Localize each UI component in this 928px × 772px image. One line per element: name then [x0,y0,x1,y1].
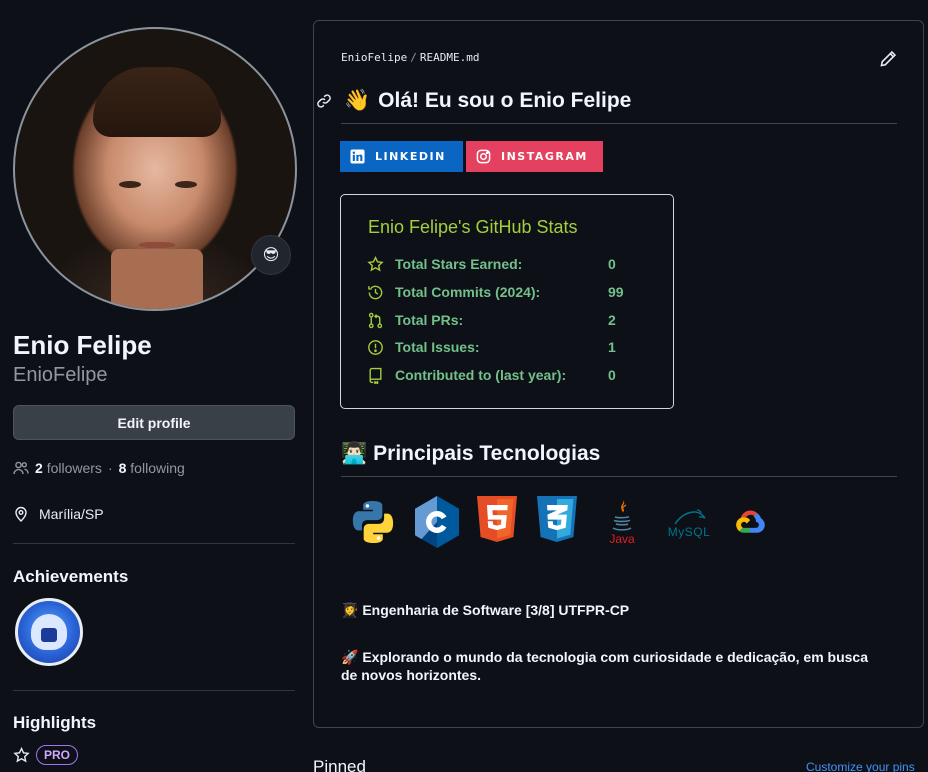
tech-heading-text: Principais Tecnologias [373,442,601,465]
wave-emoji: 👋 [344,89,371,112]
about-text-line1: Explorando o mundo da tecnologia com cur… [362,649,868,665]
education-text: Engenharia de Software [3/8] UTFPR-CP [362,602,630,618]
html5-icon [472,495,522,549]
stat-value: 0 [608,367,616,383]
history-icon [368,285,383,299]
stat-value: 0 [608,256,616,272]
stat-value: 99 [608,284,624,300]
about-paragraph: 🚀 Explorando o mundo da tecnologia com c… [341,648,868,684]
pinned-title: Pinned [313,757,366,772]
avatar-hair [93,67,221,137]
profile-name: Enio Felipe [13,330,152,360]
avatar-neck [111,249,203,309]
stat-label: Total PRs: [395,312,464,328]
google-cloud-icon [732,495,768,549]
mysql-label: MySQL [667,525,711,539]
status-emoji-button[interactable]: 😎 [251,235,291,275]
following-link[interactable]: 8 following [119,460,185,476]
readme-heading: 👋 Olá! Eu sou o Enio Felipe [344,89,631,113]
repo-icon [369,367,382,384]
divider [13,690,295,691]
divider [13,543,295,544]
stat-label: Contributed to (last year): [395,367,567,383]
followers-label: followers [46,460,102,476]
student-emoji: 👩‍🎓 [341,602,359,618]
stat-row: Total Stars Earned: 0 [367,254,616,274]
linkedin-badge[interactable]: LINKEDIN [340,141,463,172]
tech-heading: 👨🏻‍💻 Principais Tecnologias [341,442,600,466]
profile-login: EnioFelipe [13,364,108,386]
stat-value: 1 [608,339,616,355]
heading-rule [341,476,897,477]
stats-title: Enio Felipe's GitHub Stats [368,217,578,237]
customize-pins-link[interactable]: Customize your pins [806,760,915,772]
instagram-icon [476,149,491,164]
achievements-title[interactable]: Achievements [13,567,128,587]
location-row: Marília/SP [13,506,104,522]
avatar-mouth [139,242,175,248]
github-stats-card: Enio Felipe's GitHub Stats Total Stars E… [340,194,674,409]
status-emoji: 😎 [262,247,280,264]
readme-owner-link[interactable]: EnioFelipe [341,51,407,64]
stat-value: 2 [608,312,616,328]
readme-heading-text: Olá! Eu sou o Enio Felipe [378,89,632,112]
edit-profile-button[interactable]: Edit profile [13,405,295,440]
pro-highlight: PRO [13,745,79,765]
instagram-label: INSTAGRAM [501,150,588,163]
java-label: Java [609,532,635,546]
pro-badge: PRO [36,745,79,765]
people-icon [13,461,29,475]
avatar-container: 😎 [13,27,297,311]
anchor-link-icon[interactable] [316,93,332,109]
about-text-line2: de novos horizontes. [341,667,482,683]
rocket-emoji: 🚀 [341,649,359,665]
location-text: Marília/SP [39,506,104,522]
location-icon [15,506,27,522]
avatar-eye [175,181,197,188]
star-icon [367,255,384,271]
follow-separator: · [107,460,113,476]
stat-row: Total Commits (2024): 99 [367,282,624,302]
css3-icon [532,495,582,549]
python-icon [348,495,398,549]
linkedin-icon [350,149,365,164]
highlights-title: Highlights [13,713,97,732]
edit-pencil-icon[interactable] [879,50,897,68]
readme-card: EnioFelipe / README.md 👋 Olá! Eu sou o Eni… [313,20,924,728]
pull-request-icon [368,312,383,328]
followers-count: 2 [35,460,43,476]
stat-label: Total Issues: [395,339,480,355]
followers-link[interactable]: 2 followers [35,460,102,476]
stat-row: Contributed to (last year): 0 [367,365,616,385]
breadcrumb-separator: / [410,51,417,64]
c-icon [412,495,462,549]
shark-icon [31,614,67,650]
stat-row: Total Issues: 1 [367,337,616,357]
heading-rule [341,123,897,124]
readme-breadcrumb: EnioFelipe / README.md [341,51,479,64]
education-paragraph: 👩‍🎓 Engenharia de Software [3/8] UTFPR-C… [341,601,629,619]
achievement-badge[interactable] [15,598,83,666]
following-label: following [130,460,185,476]
avatar[interactable] [13,27,297,311]
readme-file-name: README.md [419,51,480,64]
issue-icon [368,339,383,355]
instagram-badge[interactable]: INSTAGRAM [466,141,603,172]
linkedin-label: LINKEDIN [375,150,446,163]
stat-label: Total Commits (2024): [395,284,541,300]
star-icon [13,746,30,762]
technologist-emoji: 👨🏻‍💻 [341,442,368,465]
avatar-eye [119,181,141,188]
stat-row: Total PRs: 2 [367,310,616,330]
following-count: 8 [118,460,127,476]
java-icon: Java [602,495,642,549]
mysql-icon: MySQL [659,495,719,549]
stat-label: Total Stars Earned: [395,256,523,272]
follow-row: 2 followers · 8 following [13,460,185,476]
